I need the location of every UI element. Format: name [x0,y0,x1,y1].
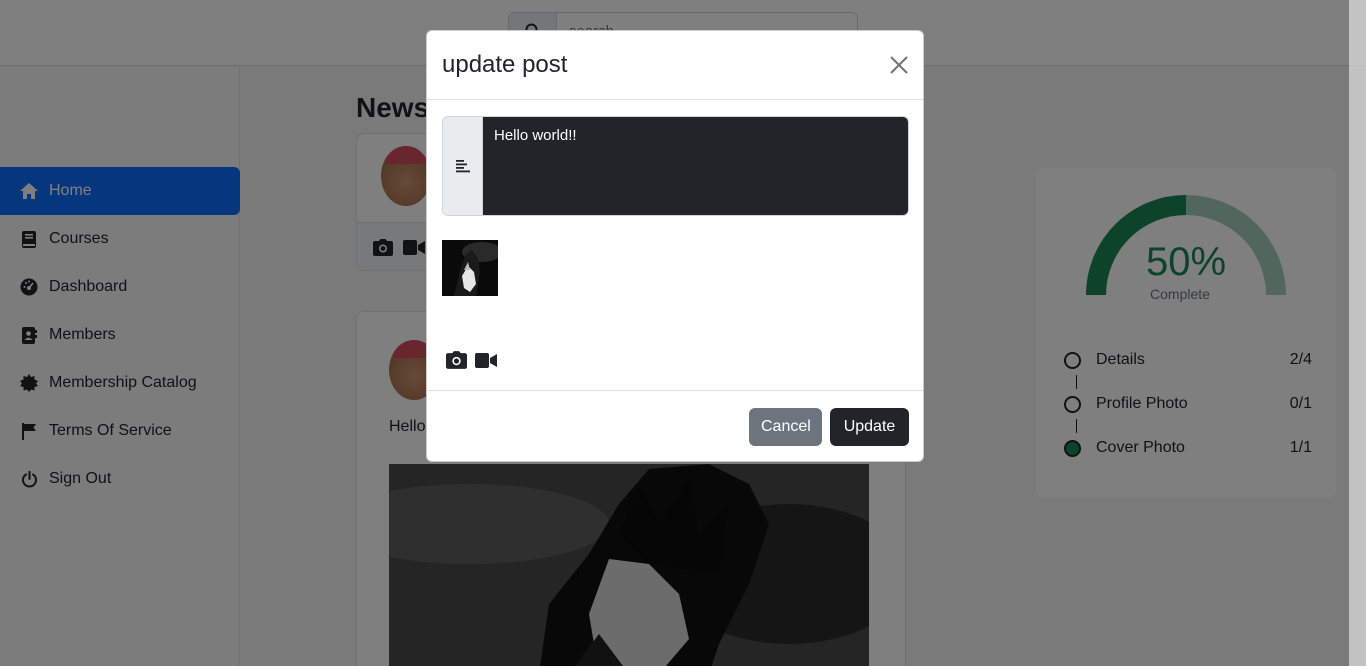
cancel-button[interactable]: Cancel [749,408,822,446]
close-button[interactable] [887,53,911,77]
modal-footer: Cancel Update [427,390,923,461]
post-text-input[interactable] [483,117,908,215]
close-icon [890,56,908,74]
scrollbar[interactable] [1349,0,1366,666]
camera-icon[interactable] [446,351,467,369]
post-text-group [442,116,909,216]
update-post-modal: update post Cancel Update [426,30,924,462]
video-icon[interactable] [475,352,497,368]
attachment-actions [446,351,497,369]
attached-image-thumbnail[interactable] [442,240,498,296]
modal-title: update post [442,51,568,78]
text-addon [443,117,483,215]
update-button[interactable]: Update [830,408,909,446]
align-left-icon [455,160,470,173]
modal-header: update post [427,31,923,100]
